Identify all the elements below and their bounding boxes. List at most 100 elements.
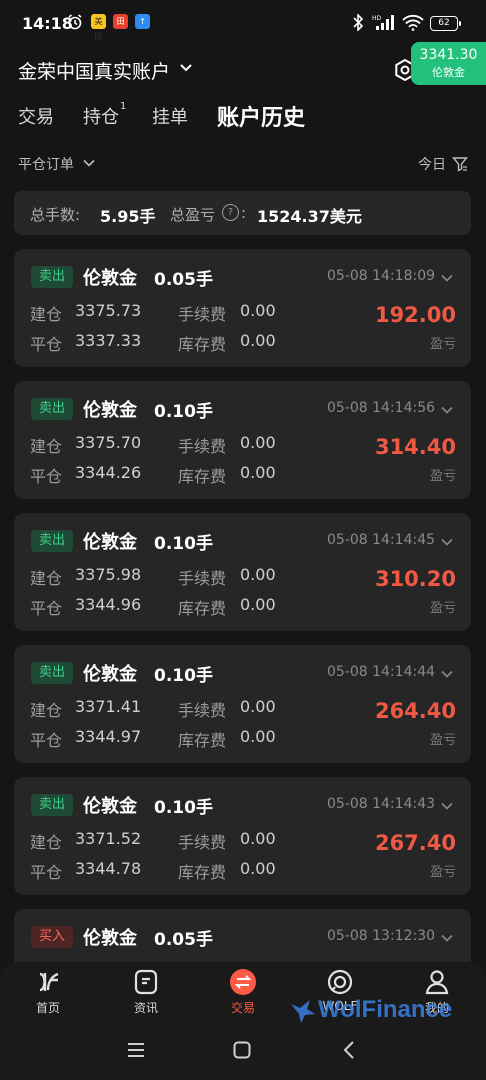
order-lots: 0.05手 [154, 930, 213, 950]
wolf-icon [327, 969, 353, 995]
trade-icon [230, 969, 256, 995]
close-label: 平仓 [30, 335, 63, 354]
wifi-icon [402, 14, 424, 31]
close-price: 3344.26 [75, 463, 142, 482]
order-symbol: 伦敦金 [83, 268, 137, 289]
tab-trade[interactable]: 交易 [18, 103, 54, 129]
home-button-icon[interactable] [232, 1040, 252, 1060]
chevron-down-icon[interactable] [440, 667, 454, 681]
order-time: 05-08 14:14:44 [327, 664, 436, 680]
open-price: 3371.52 [75, 829, 142, 848]
open-price: 3371.41 [75, 697, 142, 716]
open-price: 3375.98 [75, 565, 142, 584]
bluetooth-icon [353, 14, 364, 31]
fee-value: 0.00 [240, 433, 276, 452]
account-selector[interactable]: 金荣中国真实账户 [18, 57, 170, 84]
order-symbol: 伦敦金 [83, 664, 137, 685]
order-type-filter[interactable]: 平仓订单 [18, 154, 74, 174]
menu-icon[interactable] [126, 1040, 146, 1060]
news-icon [134, 969, 158, 995]
meituan-app-icon: 美团 [91, 14, 106, 41]
nav-home[interactable]: 首页 [18, 968, 78, 1016]
ticker-price: 3341.30 [419, 47, 478, 63]
close-label: 平仓 [30, 731, 63, 750]
side-badge: 卖出 [31, 662, 73, 684]
signal-icon: HD [372, 15, 394, 30]
order-card[interactable]: 卖出 伦敦金 0.05手 05-08 14:18:09 建仓 3375.73 手续费 0.00… [14, 249, 471, 367]
watermark-logo: WolFinance [318, 996, 453, 1023]
fee-value: 0.00 [240, 565, 276, 584]
chevron-down-icon[interactable] [82, 156, 96, 170]
shop-app-icon: 田 [113, 14, 128, 29]
back-icon[interactable] [340, 1040, 360, 1060]
close-label: 平仓 [30, 467, 63, 486]
chevron-down-icon[interactable] [178, 60, 194, 76]
history-summary: 总手数: 5.95手 总盈亏 ? : 1524.37美元 [14, 191, 471, 235]
order-time: 05-08 14:14:56 [327, 400, 436, 416]
fee-value: 0.00 [240, 301, 276, 320]
open-label: 建仓 [30, 701, 63, 720]
order-time: 05-08 14:18:09 [327, 268, 436, 284]
fee-label: 手续费 [178, 437, 227, 456]
help-icon[interactable]: ? [222, 204, 239, 221]
chevron-down-icon[interactable] [440, 535, 454, 549]
order-lots: 0.05手 [154, 270, 213, 290]
swap-value: 0.00 [240, 463, 276, 482]
close-price: 3337.33 [75, 331, 142, 350]
order-card[interactable]: 卖出 伦敦金 0.10手 05-08 14:14:43 建仓 3371.52 手续费 0.00… [14, 777, 471, 895]
tab-positions-label: 持仓 [83, 107, 119, 128]
total-pnl-label: 总盈亏 [170, 206, 216, 224]
pnl-label: 盈亏 [429, 733, 456, 748]
open-label: 建仓 [30, 833, 63, 852]
profile-icon [425, 970, 449, 995]
nav-trade[interactable]: 交易 [213, 968, 273, 1016]
chevron-down-icon[interactable] [440, 799, 454, 813]
chevron-down-icon[interactable] [440, 271, 454, 285]
ticker-symbol: 伦敦金 [432, 66, 465, 79]
funnel-filter-icon[interactable] [452, 156, 468, 172]
side-badge: 卖出 [31, 530, 73, 552]
total-pnl-value: 1524.37美元 [257, 207, 362, 226]
close-price: 3344.78 [75, 859, 142, 878]
order-card[interactable]: 卖出 伦敦金 0.10手 05-08 14:14:45 建仓 3375.98 手续费 0.00… [14, 513, 471, 631]
swap-label: 库存费 [178, 599, 227, 618]
close-label: 平仓 [30, 599, 63, 618]
order-lots: 0.10手 [154, 534, 213, 554]
order-symbol: 伦敦金 [83, 928, 137, 949]
pnl-value: 314.40 [374, 435, 456, 459]
chevron-down-icon[interactable] [440, 403, 454, 417]
upload-app-icon: ↑ [135, 14, 150, 29]
tab-pending-orders[interactable]: 挂单 [152, 103, 188, 129]
close-price: 3344.96 [75, 595, 142, 614]
fee-label: 手续费 [178, 569, 227, 588]
period-filter[interactable]: 今日 [418, 154, 446, 174]
order-card[interactable]: 卖出 伦敦金 0.10手 05-08 14:14:56 建仓 3375.70 手续费 0.00… [14, 381, 471, 499]
swap-value: 0.00 [240, 595, 276, 614]
order-symbol: 伦敦金 [83, 796, 137, 817]
nav-trade-label: 交易 [230, 1001, 255, 1015]
pnl-label: 盈亏 [429, 865, 456, 880]
status-time: 14:18 [22, 14, 73, 33]
fee-value: 0.00 [240, 697, 276, 716]
svg-text:HD: HD [372, 15, 382, 22]
order-symbol: 伦敦金 [83, 400, 137, 421]
positions-count-badge: 1 [120, 101, 127, 112]
close-price: 3344.97 [75, 727, 142, 746]
fee-label: 手续费 [178, 701, 227, 720]
swap-value: 0.00 [240, 331, 276, 350]
fee-label: 手续费 [178, 305, 227, 324]
chevron-down-icon[interactable] [440, 931, 454, 945]
side-badge: 卖出 [31, 398, 73, 420]
order-card[interactable]: 卖出 伦敦金 0.10手 05-08 14:14:44 建仓 3371.41 手续费 0.00… [14, 645, 471, 763]
price-ticker-badge[interactable]: 3341.30 伦敦金 [411, 42, 486, 85]
total-pnl-colon: : [241, 204, 247, 222]
pnl-value: 310.20 [374, 567, 456, 591]
nav-news-label: 资讯 [133, 1001, 158, 1015]
tab-account-history[interactable]: 账户历史 [217, 100, 305, 132]
nav-news[interactable]: 资讯 [116, 968, 176, 1016]
order-time: 05-08 13:12:30 [327, 928, 436, 944]
open-label: 建仓 [30, 437, 63, 456]
tab-positions[interactable]: 持仓1 [83, 101, 127, 129]
order-lots: 0.10手 [154, 798, 213, 818]
order-lots: 0.10手 [154, 666, 213, 686]
